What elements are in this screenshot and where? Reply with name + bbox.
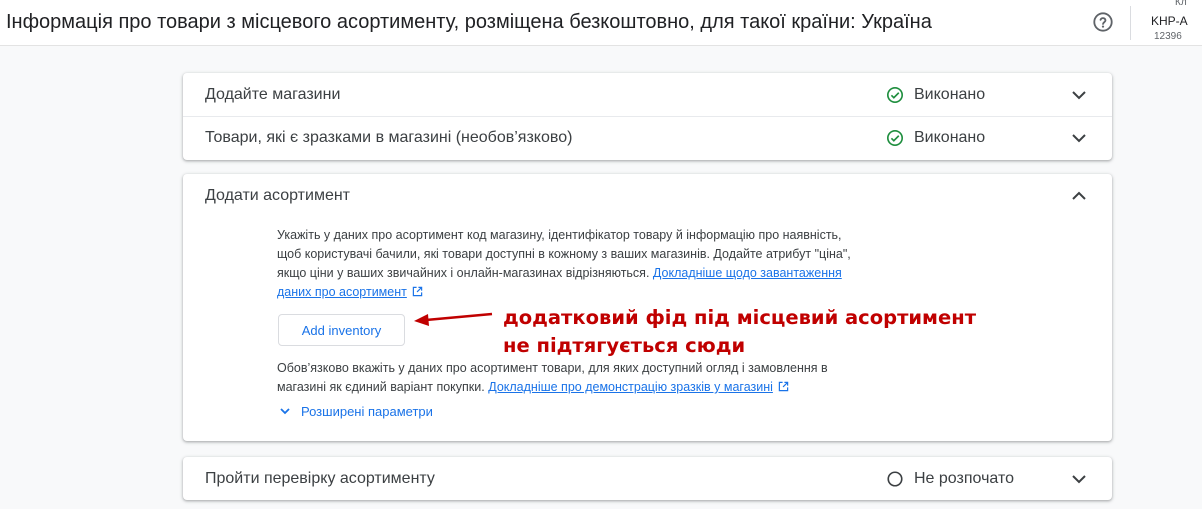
chevron-up-icon[interactable]	[1069, 186, 1089, 206]
step-verify-inventory[interactable]: Пройти перевірку асортименту Не розпочат…	[183, 457, 1112, 500]
intro-line: щоб користувачі бачили, які товари досту…	[277, 247, 851, 261]
check-circle-icon	[886, 129, 904, 147]
learn-more-upload-link[interactable]: Докладніше щодо завантаження	[653, 266, 842, 280]
chevron-down-icon[interactable]	[1069, 128, 1089, 148]
learn-more-showcase-link[interactable]: Докладніше про демонстрацію зразків у ма…	[488, 380, 773, 394]
intro-line: Укажіть у даних про асортимент код магаз…	[277, 228, 842, 242]
note-line: магазині як єдиний варіант покупки. Докл…	[277, 378, 917, 397]
top-bar: Інформація про товари з місцевого асорти…	[0, 0, 1202, 46]
annotation-arrow-icon	[414, 312, 493, 326]
account-divider	[1130, 6, 1131, 40]
annotation-line: додатковий фід під місцевий асортимент	[503, 306, 976, 329]
status-text: Виконано	[914, 86, 986, 103]
add-inventory-button[interactable]: Add inventory	[278, 314, 405, 346]
step-title: Додайте магазини	[205, 86, 341, 103]
account-id: 12396	[1154, 31, 1182, 42]
inventory-intro: Укажіть у даних про асортимент код магаз…	[277, 226, 917, 302]
steps-card-bottom: Пройти перевірку асортименту Не розпочат…	[183, 457, 1112, 500]
external-link-icon[interactable]	[778, 381, 789, 392]
step-title: Товари, які є зразками в магазині (необо…	[205, 129, 573, 146]
chevron-down-icon[interactable]	[1069, 85, 1089, 105]
intro-line: якщо ціни у ваших звичайних і онлайн-маг…	[277, 264, 917, 283]
account-label: Кл	[1175, 0, 1187, 8]
step-showcase-products[interactable]: Товари, які є зразками в магазині (необо…	[183, 116, 1112, 159]
chevron-down-icon	[280, 408, 290, 415]
annotation-line: не підтягується сюди	[503, 334, 746, 357]
learn-more-upload-link-cont[interactable]: даних про асортимент	[277, 285, 407, 299]
page-title: Інформація про товари з місцевого асорти…	[6, 11, 932, 33]
inventory-note: Обов’язково вкажіть у даних про асортиме…	[277, 359, 917, 397]
external-link-icon[interactable]	[412, 286, 423, 297]
advanced-settings-toggle[interactable]: Розширені параметри	[278, 402, 433, 420]
status-badge: Не розпочато	[886, 469, 1014, 489]
step-title: Додати асортимент	[205, 187, 351, 204]
note-line: Обов’язково вкажіть у даних про асортиме…	[277, 361, 828, 375]
intro-text: якщо ціни у ваших звичайних і онлайн-маг…	[277, 266, 650, 280]
advanced-settings-label: Розширені параметри	[301, 403, 433, 419]
empty-circle-icon	[887, 471, 903, 487]
step-add-inventory[interactable]: Додати асортимент	[183, 174, 1112, 217]
status-badge: Виконано	[886, 85, 985, 105]
account-name[interactable]: KHP-A	[1151, 14, 1188, 28]
annotation-note: додатковий фід під місцевий асортимент н…	[503, 304, 976, 360]
step-add-stores[interactable]: Додайте магазини Виконано	[183, 73, 1112, 117]
chevron-down-icon[interactable]	[1069, 469, 1089, 489]
note-text: магазині як єдиний варіант покупки.	[277, 380, 485, 394]
status-badge: Виконано	[886, 128, 985, 148]
steps-card-top: Додайте магазини Виконано Товари, які є …	[183, 73, 1112, 160]
intro-line: даних про асортимент	[277, 283, 917, 302]
help-circle-icon[interactable]	[1092, 11, 1114, 33]
step-title: Пройти перевірку асортименту	[205, 470, 435, 487]
check-circle-icon	[886, 86, 904, 104]
status-text: Виконано	[914, 129, 986, 146]
status-text: Не розпочато	[914, 470, 1014, 487]
